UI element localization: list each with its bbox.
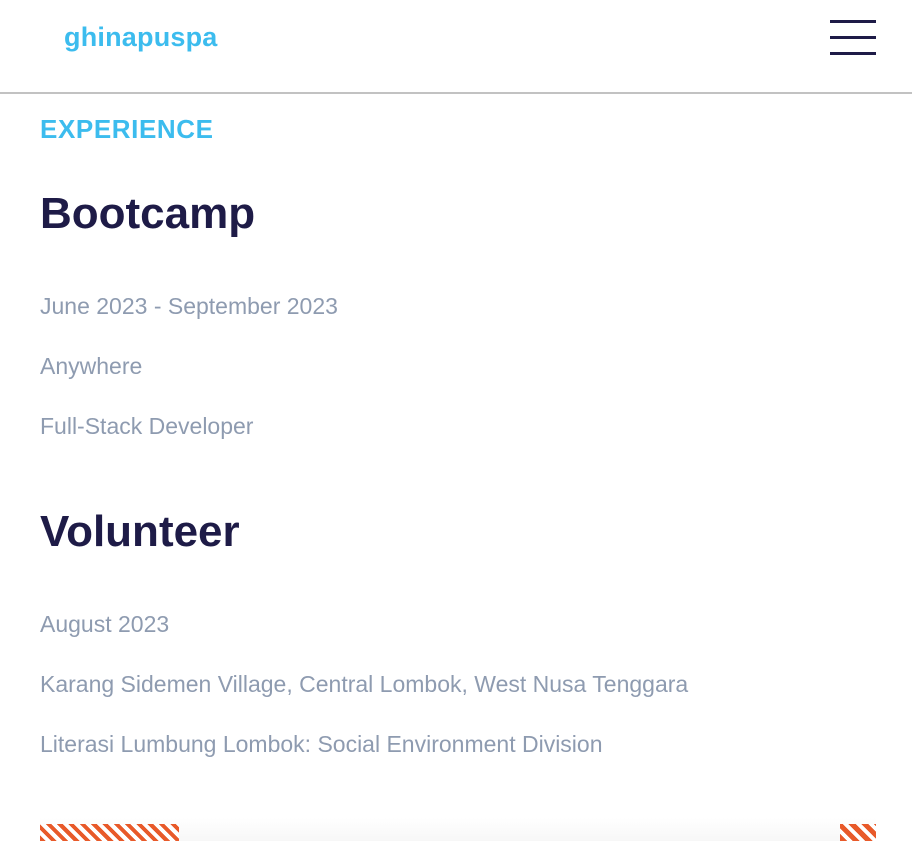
- entry-period: June 2023 - September 2023: [40, 293, 338, 319]
- site-header: ghinapuspa: [0, 0, 912, 94]
- entry-period: August 2023: [40, 611, 170, 637]
- site-logo[interactable]: ghinapuspa: [64, 20, 218, 54]
- entry-location: Anywhere: [40, 353, 143, 379]
- menu-bar-bottom: [830, 52, 876, 55]
- entry-role: Literasi Lumbung Lombok: Social Environm…: [40, 731, 603, 757]
- entry-role: Full-Stack Developer: [40, 413, 254, 439]
- entry-location: Karang Sidemen Village, Central Lombok, …: [40, 671, 689, 697]
- decorative-stripe-right: [840, 824, 876, 841]
- menu-bar-top: [830, 20, 876, 23]
- menu-bar-middle: [830, 36, 876, 39]
- entry-title-bootcamp: Bootcamp: [40, 189, 256, 238]
- decorative-stripe-left: [40, 824, 179, 841]
- hamburger-menu-icon[interactable]: [830, 19, 876, 55]
- page: ghinapuspa EXPERIENCE Bootcamp June 2023…: [0, 0, 912, 841]
- section-label: EXPERIENCE: [40, 114, 214, 144]
- decorative-footer-strip: [40, 818, 876, 841]
- entry-title-volunteer: Volunteer: [40, 507, 240, 556]
